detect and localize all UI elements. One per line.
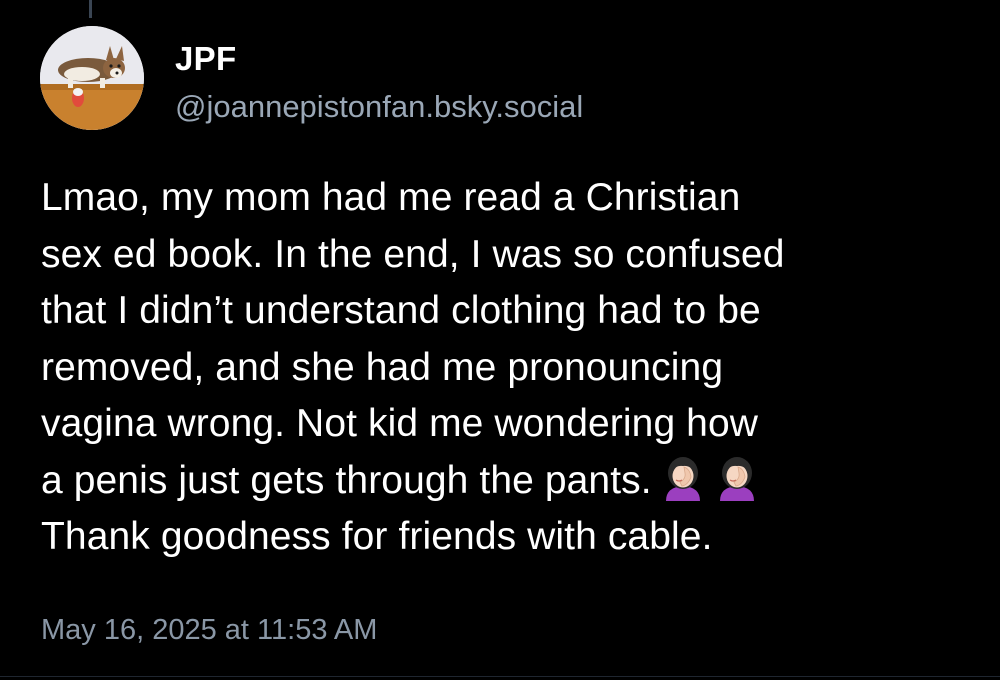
- woman-facepalming-icon: [719, 456, 754, 501]
- post-text-line: sex ed book. In the end, I was so confus…: [41, 232, 785, 276]
- author-display-name[interactable]: JPF: [175, 40, 236, 78]
- post-card: JPF @joannepistonfan.bsky.social Lmao, m…: [0, 0, 1000, 680]
- avatar[interactable]: [40, 26, 144, 130]
- post-body-text: Lmao, my mom had me read a Christian sex…: [41, 170, 981, 566]
- divider: [0, 676, 1000, 677]
- post-text-line: a penis just gets through the pants.: [41, 458, 652, 502]
- post-text-line: vagina wrong. Not kid me wondering how: [41, 402, 759, 445]
- post-text-line: that I didn’t understand clothing had to…: [41, 289, 761, 332]
- post-text-line: removed, and she had me pronouncing: [41, 345, 724, 389]
- thread-connector-line: [89, 0, 92, 18]
- post-text-line: Lmao, my mom had me read a Christian: [41, 176, 741, 219]
- post-text-line: Thank goodness for friends with cable.: [41, 515, 713, 558]
- avatar-dog-photo-icon: [40, 26, 144, 130]
- author-handle[interactable]: @joannepistonfan.bsky.social: [175, 88, 583, 126]
- woman-facepalming-icon: [665, 456, 700, 501]
- post-timestamp[interactable]: May 16, 2025 at 11:53 AM: [41, 612, 377, 648]
